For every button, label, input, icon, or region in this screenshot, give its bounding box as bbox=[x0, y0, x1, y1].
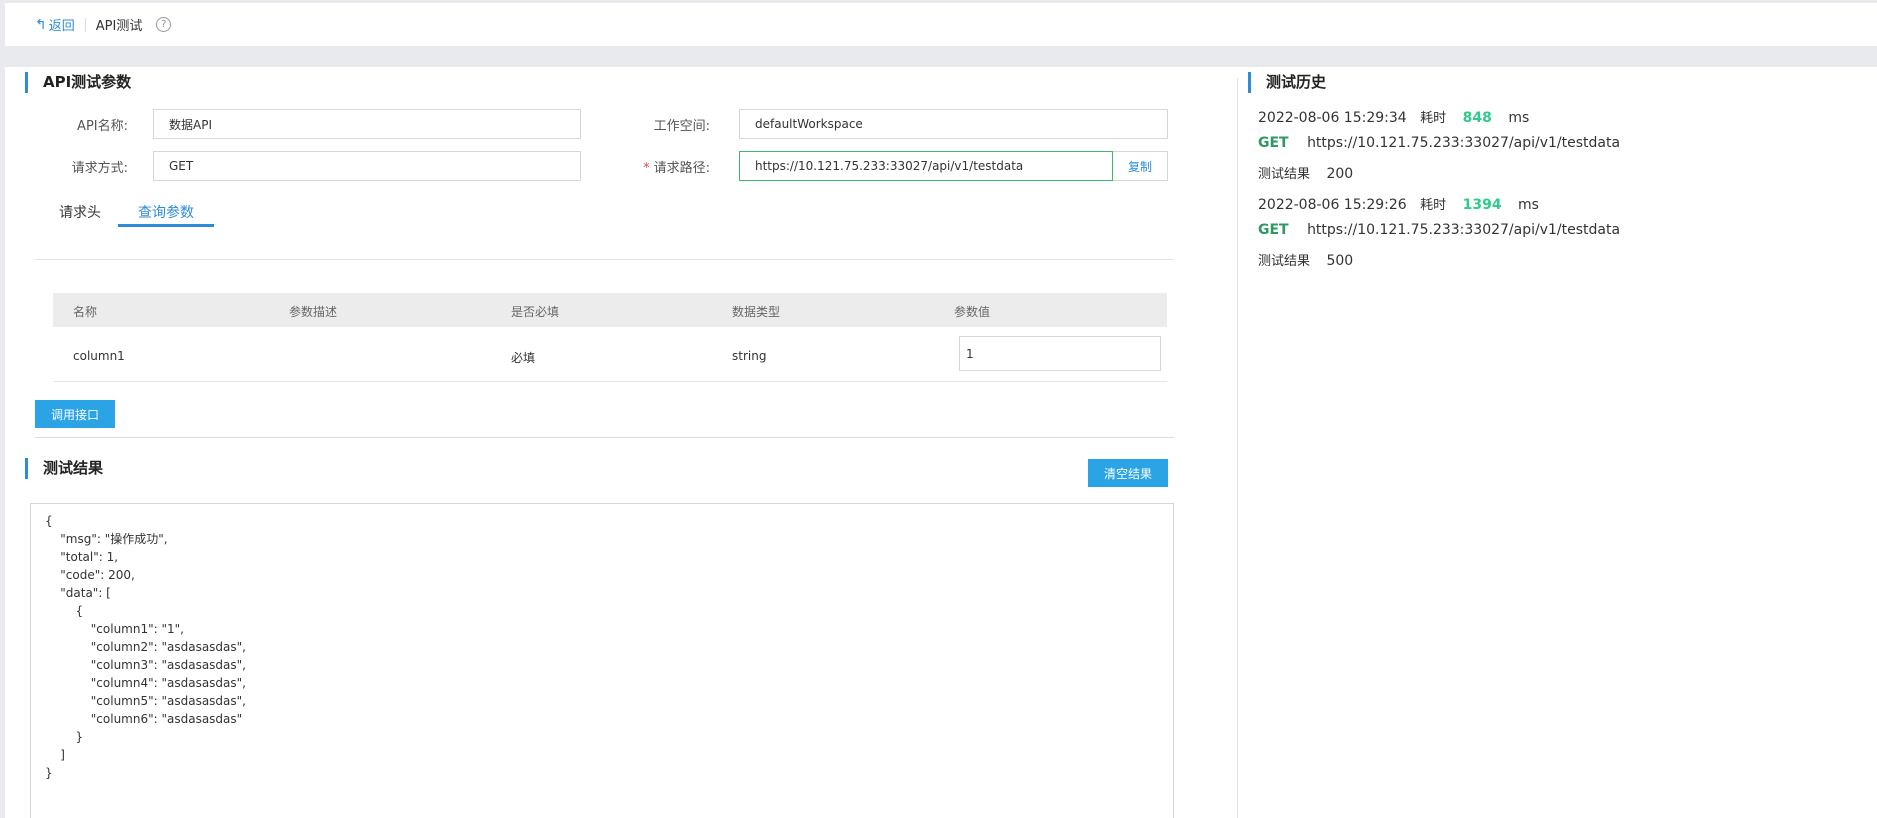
history-duration-label: 耗时 bbox=[1420, 111, 1447, 126]
tab-request-headers[interactable]: 请求头 bbox=[55, 202, 105, 226]
param-type: string bbox=[732, 349, 767, 363]
query-table-header: 名称 参数描述 是否必填 数据类型 参数值 bbox=[53, 293, 1167, 327]
tab-query-params[interactable]: 查询参数 bbox=[118, 202, 214, 227]
param-required: 必填 bbox=[511, 351, 536, 365]
history-method: GET bbox=[1258, 222, 1289, 238]
col-value-header: 参数值 bbox=[954, 305, 991, 319]
clear-results-button[interactable]: 清空结果 bbox=[1088, 459, 1168, 487]
breadcrumb-divider bbox=[84, 17, 86, 32]
history-unit: ms bbox=[1518, 197, 1539, 213]
history-result-label: 测试结果 bbox=[1258, 167, 1311, 182]
params-section-title: API测试参数 bbox=[25, 72, 131, 93]
history-unit: ms bbox=[1508, 110, 1530, 126]
help-icon[interactable]: ? bbox=[156, 17, 172, 32]
path-label: 请求路径: bbox=[653, 161, 710, 176]
api-name-label: API名称: bbox=[77, 119, 128, 134]
history-item-1-time-line[interactable]: 2022-08-06 15:29:26 耗时 1394 ms bbox=[1258, 194, 1539, 213]
history-section-title: 测试历史 bbox=[1248, 72, 1326, 93]
call-api-button[interactable]: 调用接口 bbox=[35, 400, 115, 428]
col-name-header: 名称 bbox=[73, 305, 98, 319]
history-duration: 848 bbox=[1462, 110, 1492, 126]
history-duration-label: 耗时 bbox=[1420, 198, 1447, 213]
method-field[interactable]: GET bbox=[153, 151, 581, 181]
copy-button[interactable]: 复制 bbox=[1113, 151, 1168, 181]
section-divider bbox=[35, 437, 1174, 438]
history-method: GET bbox=[1258, 135, 1289, 151]
history-item-0-time-line[interactable]: 2022-08-06 15:29:34 耗时 848 ms bbox=[1258, 107, 1529, 126]
path-field[interactable]: https://10.121.75.233:33027/api/v1/testd… bbox=[739, 151, 1113, 181]
method-label: 请求方式: bbox=[71, 161, 128, 176]
path-label-wrap: * 请求路径: bbox=[605, 157, 710, 176]
required-mark: * bbox=[643, 161, 650, 176]
results-section-title: 测试结果 bbox=[25, 458, 103, 479]
result-output[interactable]: { "msg": "操作成功", "total": 1, "code": 200… bbox=[30, 503, 1174, 818]
history-result-label: 测试结果 bbox=[1258, 254, 1311, 269]
col-required-header: 是否必填 bbox=[511, 305, 560, 319]
col-desc-header: 参数描述 bbox=[289, 305, 338, 319]
history-item-1-result-line: 测试结果 500 bbox=[1258, 250, 1353, 269]
back-label: 返回 bbox=[48, 19, 75, 34]
history-result: 200 bbox=[1326, 166, 1354, 182]
history-timestamp: 2022-08-06 15:29:26 bbox=[1258, 197, 1407, 213]
workspace-field[interactable]: defaultWorkspace bbox=[739, 109, 1168, 139]
vertical-divider bbox=[1237, 78, 1238, 818]
history-timestamp: 2022-08-06 15:29:34 bbox=[1258, 110, 1407, 126]
history-duration: 1394 bbox=[1462, 197, 1502, 213]
param-tabs bbox=[35, 236, 1174, 260]
back-arrow-icon: ↰ bbox=[35, 16, 47, 33]
top-bar: ↰ 返回 API测试 ? bbox=[5, 3, 1877, 46]
workspace-label: 工作空间: bbox=[653, 119, 710, 134]
history-result: 500 bbox=[1326, 253, 1354, 269]
main-panel: API测试参数 API名称: 数据API 工作空间: defaultWorksp… bbox=[5, 67, 1877, 818]
page-title: API测试 bbox=[95, 19, 143, 34]
history-item-1-url-line[interactable]: GET https://10.121.75.233:33027/api/v1/t… bbox=[1258, 222, 1620, 238]
back-link[interactable]: ↰ 返回 bbox=[35, 15, 75, 35]
api-name-field[interactable]: 数据API bbox=[153, 109, 581, 139]
param-name: column1 bbox=[73, 349, 125, 363]
history-url: https://10.121.75.233:33027/api/v1/testd… bbox=[1307, 135, 1621, 151]
history-url: https://10.121.75.233:33027/api/v1/testd… bbox=[1307, 222, 1621, 238]
result-json: { "msg": "操作成功", "total": 1, "code": 200… bbox=[45, 514, 246, 780]
history-item-0-url-line[interactable]: GET https://10.121.75.233:33027/api/v1/t… bbox=[1258, 135, 1620, 151]
param-value-input[interactable]: 1 bbox=[959, 336, 1161, 371]
history-item-0-result-line: 测试结果 200 bbox=[1258, 163, 1353, 182]
col-type-header: 数据类型 bbox=[732, 305, 781, 319]
table-row: column1 必填 string 1 bbox=[53, 327, 1167, 382]
